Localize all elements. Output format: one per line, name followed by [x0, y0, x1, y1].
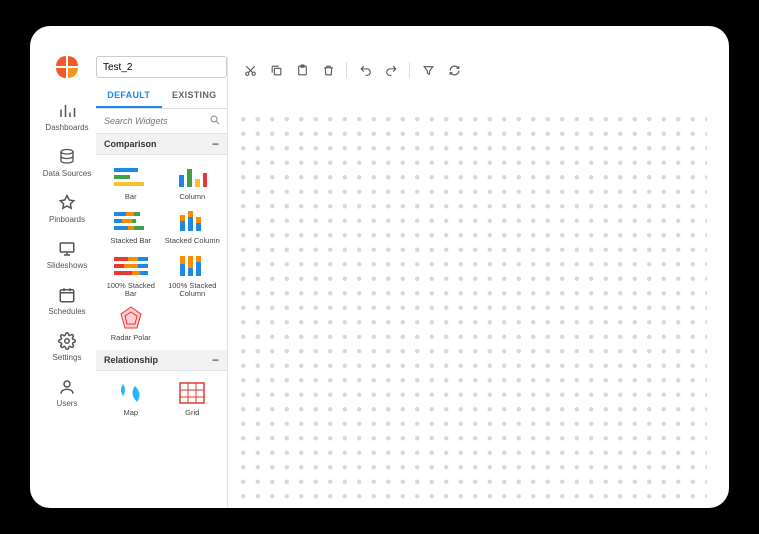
database-icon	[58, 148, 76, 166]
widget-label: 100% Stacked Bar	[102, 282, 160, 299]
trash-icon	[322, 64, 335, 77]
refresh-icon	[448, 64, 461, 77]
sidebar-item-label: Pinboards	[49, 215, 85, 224]
tab-default[interactable]: DEFAULT	[96, 84, 162, 108]
widget-grid-comparison: Bar Column Stacked Bar Stacked Column	[96, 155, 227, 350]
stacked-column-thumb-icon	[172, 207, 212, 235]
widget-label: Column	[179, 193, 205, 201]
filter-button[interactable]	[416, 58, 440, 82]
widget-column[interactable]: Column	[164, 163, 222, 201]
map-thumb-icon	[111, 379, 151, 407]
widget-stacked-column[interactable]: Stacked Column	[164, 207, 222, 245]
sidebar-item-label: Slideshows	[47, 261, 87, 270]
sidebar-item-dashboards[interactable]: Dashboards	[45, 102, 88, 132]
collapse-icon: −	[212, 140, 219, 148]
user-icon	[58, 378, 76, 396]
sidebar-item-slideshows[interactable]: Slideshows	[47, 240, 87, 270]
collapse-icon: −	[212, 356, 219, 364]
widget-label: 100% Stacked Column	[164, 282, 222, 299]
redo-button[interactable]	[379, 58, 403, 82]
cut-icon	[244, 64, 257, 77]
toolbar	[228, 56, 707, 84]
widget-panel: DEFAULT EXISTING Comparison − Bar Col	[96, 56, 228, 508]
sidebar-item-settings[interactable]: Settings	[53, 332, 82, 362]
widget-radar-polar[interactable]: Radar Polar	[102, 304, 160, 342]
widget-100-stacked-bar[interactable]: 100% Stacked Bar	[102, 252, 160, 299]
bar-chart-icon	[58, 102, 76, 120]
paste-icon	[296, 64, 309, 77]
cut-button[interactable]	[238, 58, 262, 82]
sidebar-item-label: Data Sources	[43, 169, 91, 178]
sidebar-item-label: Schedules	[48, 307, 85, 316]
sidebar-item-schedules[interactable]: Schedules	[48, 286, 85, 316]
stacked-bar-thumb-icon	[111, 207, 151, 235]
search-row	[96, 109, 227, 134]
grid-thumb-icon	[172, 379, 212, 407]
pin-icon	[58, 194, 76, 212]
calendar-icon	[58, 286, 76, 304]
widget-map[interactable]: Map	[102, 379, 160, 417]
icon-sidebar: Dashboards Data Sources Pinboards Slides…	[38, 56, 96, 508]
radar-thumb-icon	[111, 304, 151, 332]
sidebar-item-pinboards[interactable]: Pinboards	[49, 194, 85, 224]
panel-tabs: DEFAULT EXISTING	[96, 84, 227, 109]
widget-label: Stacked Bar	[110, 237, 151, 245]
undo-button[interactable]	[353, 58, 377, 82]
sidebar-item-label: Settings	[53, 353, 82, 362]
paste-button[interactable]	[290, 58, 314, 82]
widget-grid-relationship: Map Grid	[96, 371, 227, 425]
toolbar-separator	[409, 62, 410, 78]
sidebar-item-label: Dashboards	[45, 123, 88, 132]
widget-100-stacked-column[interactable]: 100% Stacked Column	[164, 252, 222, 299]
app-window: Dashboards Data Sources Pinboards Slides…	[30, 26, 729, 508]
widget-label: Radar Polar	[111, 334, 151, 342]
delete-button[interactable]	[316, 58, 340, 82]
sidebar-item-users[interactable]: Users	[57, 378, 78, 408]
widget-label: Map	[123, 409, 138, 417]
slideshow-icon	[58, 240, 76, 258]
redo-icon	[385, 64, 398, 77]
widget-label: Stacked Column	[165, 237, 220, 245]
category-label: Comparison	[104, 139, 157, 149]
search-input[interactable]	[96, 109, 227, 133]
tab-existing[interactable]: EXISTING	[162, 84, 228, 108]
undo-icon	[359, 64, 372, 77]
widget-stacked-bar[interactable]: Stacked Bar	[102, 207, 160, 245]
category-header-relationship[interactable]: Relationship −	[96, 350, 227, 371]
sidebar-item-label: Users	[57, 399, 78, 408]
dashboard-name-input[interactable]	[96, 56, 227, 78]
widget-label: Bar	[125, 193, 137, 201]
filter-icon	[422, 64, 435, 77]
full-stacked-column-thumb-icon	[172, 252, 212, 280]
gear-icon	[58, 332, 76, 350]
copy-icon	[270, 64, 283, 77]
toolbar-separator	[346, 62, 347, 78]
widget-grid[interactable]: Grid	[164, 379, 222, 417]
dashboard-canvas[interactable]	[234, 110, 707, 508]
copy-button[interactable]	[264, 58, 288, 82]
main-area	[228, 56, 707, 508]
full-stacked-bar-thumb-icon	[111, 252, 151, 280]
category-header-comparison[interactable]: Comparison −	[96, 134, 227, 155]
refresh-button[interactable]	[442, 58, 466, 82]
widget-bar[interactable]: Bar	[102, 163, 160, 201]
app-logo	[56, 56, 78, 78]
bar-thumb-icon	[111, 163, 151, 191]
column-thumb-icon	[172, 163, 212, 191]
widget-label: Grid	[185, 409, 199, 417]
sidebar-item-datasources[interactable]: Data Sources	[43, 148, 91, 178]
category-label: Relationship	[104, 355, 158, 365]
search-icon	[209, 114, 221, 126]
